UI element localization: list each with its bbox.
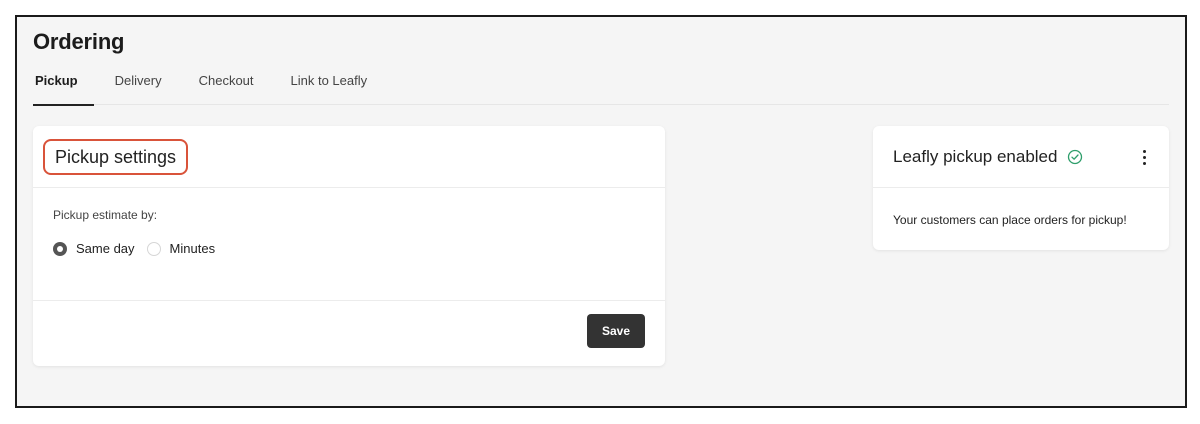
check-circle-icon — [1068, 149, 1083, 165]
same-day-radio[interactable] — [53, 241, 67, 256]
same-day-label: Same day — [76, 241, 135, 256]
radio-option-same-day[interactable]: Same day — [53, 241, 135, 256]
kebab-menu-icon[interactable] — [1137, 146, 1151, 168]
radio-option-minutes[interactable]: Minutes — [146, 241, 216, 256]
minutes-radio[interactable] — [146, 241, 161, 256]
save-button[interactable]: Save — [587, 314, 645, 348]
tab-pickup[interactable]: Pickup — [33, 73, 94, 106]
leafly-pickup-message: Your customers can place orders for pick… — [893, 213, 1127, 227]
tab-checkout[interactable]: Checkout — [197, 73, 256, 105]
pickup-settings-card: Pickup settings Pickup estimate by: Same… — [33, 126, 665, 366]
page-title: Ordering — [33, 29, 125, 54]
leafly-pickup-title: Leafly pickup enabled — [893, 147, 1058, 166]
tab-bar: Pickup Delivery Checkout Link to Leafly — [33, 73, 1169, 106]
card-footer-divider — [33, 300, 665, 301]
tab-delivery[interactable]: Delivery — [113, 73, 164, 105]
pickup-settings-title: Pickup settings — [43, 139, 189, 175]
pickup-settings-header: Pickup settings — [33, 126, 665, 188]
leafly-pickup-title-row: Leafly pickup enabled — [893, 147, 1083, 167]
leafly-pickup-header: Leafly pickup enabled — [873, 126, 1169, 188]
minutes-label: Minutes — [169, 241, 216, 256]
pickup-estimate-label: Pickup estimate by: — [53, 208, 158, 222]
tab-link-to-leafly[interactable]: Link to Leafly — [289, 73, 370, 105]
pickup-estimate-radio-group: Same day Minutes — [53, 241, 227, 256]
app-frame: Ordering Pickup Delivery Checkout Link t… — [15, 15, 1187, 408]
leafly-pickup-card: Leafly pickup enabled Your customers can… — [873, 126, 1169, 250]
